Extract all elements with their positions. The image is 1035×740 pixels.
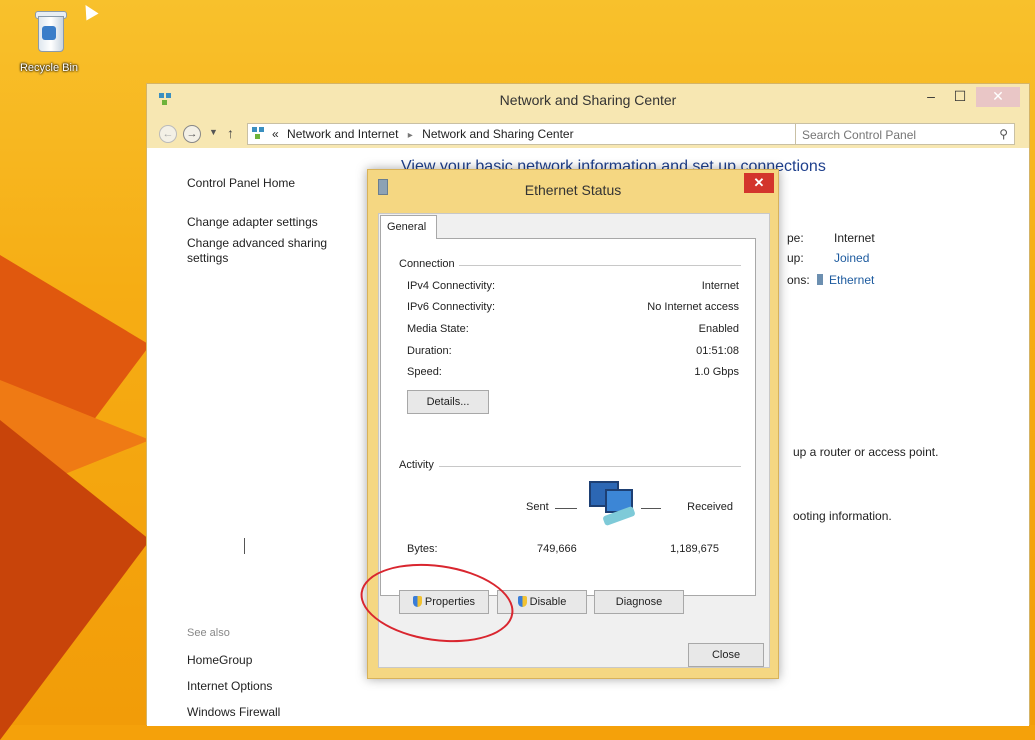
setup-router-text[interactable]: up a router or access point.: [793, 445, 938, 459]
speed-label: Speed:: [407, 366, 442, 378]
windows-firewall-link[interactable]: Windows Firewall: [187, 705, 280, 719]
recycle-bin-label: Recycle Bin: [19, 62, 79, 74]
activity-group-label: Activity: [399, 459, 438, 471]
search-icon[interactable]: ⚲: [999, 127, 1008, 141]
ipv4-label: IPv4 Connectivity:: [407, 280, 496, 292]
duration-value: 01:51:08: [696, 345, 739, 357]
ethernet-icon: [817, 274, 823, 285]
sent-dash: [555, 508, 577, 509]
ipv6-label: IPv6 Connectivity:: [407, 301, 496, 313]
connection-group-divider: [445, 265, 741, 266]
breadcrumb-separator-icon[interactable]: ▸: [408, 130, 413, 141]
received-label: Received: [687, 501, 733, 513]
ethernet-link-label: Ethernet: [829, 273, 875, 287]
speed-value: 1.0 Gbps: [694, 366, 739, 378]
disable-button-label: Disable: [529, 596, 567, 608]
access-type-value: Internet: [834, 231, 875, 245]
dialog-title: Ethernet Status: [524, 182, 622, 198]
recent-locations-dropdown[interactable]: ▼: [209, 127, 218, 137]
breadcrumb: « Network and Internet ▸ Network and Sha…: [272, 127, 574, 141]
general-tab-panel: Connection IPv4 Connectivity: Internet I…: [380, 238, 756, 596]
details-button[interactable]: Details...: [407, 390, 489, 414]
uac-shield-icon: [517, 596, 527, 607]
forward-button[interactable]: →: [183, 125, 201, 143]
search-input[interactable]: [800, 127, 984, 143]
troubleshooting-text[interactable]: ooting information.: [793, 509, 892, 523]
change-advanced-sharing-link[interactable]: Change advanced sharing settings: [187, 236, 352, 266]
bytes-received-value: 1,189,675: [670, 543, 719, 555]
homegroup-joined-link[interactable]: Joined: [834, 251, 869, 265]
dialog-close-button[interactable]: ✕: [744, 173, 774, 193]
received-dash: [641, 508, 661, 509]
ipv6-value: No Internet access: [647, 301, 739, 313]
connection-group-label: Connection: [399, 258, 459, 270]
homegroup-link[interactable]: HomeGroup: [187, 653, 252, 667]
control-panel-home-link[interactable]: Control Panel Home: [187, 176, 295, 190]
breadcrumb-overflow[interactable]: «: [272, 127, 279, 141]
bytes-label: Bytes:: [407, 543, 438, 555]
change-adapter-settings-link[interactable]: Change adapter settings: [187, 215, 318, 229]
network-icon: [252, 127, 266, 141]
breadcrumb-network-sharing-center[interactable]: Network and Sharing Center: [422, 127, 573, 141]
search-box[interactable]: ⚲: [795, 123, 1015, 145]
address-field[interactable]: « Network and Internet ▸ Network and Sha…: [247, 123, 876, 145]
tab-general[interactable]: General: [380, 215, 437, 239]
maximize-button[interactable]: ☐: [947, 87, 973, 107]
diagnose-button[interactable]: Diagnose: [594, 590, 684, 614]
see-also-heading: See also: [187, 627, 230, 639]
connections-label: ons:: [787, 273, 810, 287]
duration-label: Duration:: [407, 345, 452, 357]
media-state-label: Media State:: [407, 323, 469, 335]
breadcrumb-network-and-internet[interactable]: Network and Internet: [287, 127, 398, 141]
ethernet-connection-link[interactable]: Ethernet: [817, 273, 874, 287]
bytes-divider: [244, 538, 245, 554]
access-type-label: pe:: [787, 231, 804, 245]
address-bar: ← → ▼ ↑ « Network and Internet ▸ Network…: [155, 122, 1023, 148]
media-state-value: Enabled: [698, 323, 739, 335]
close-window-button[interactable]: ✕: [976, 87, 1020, 107]
up-button[interactable]: ↑: [227, 125, 234, 141]
minimize-button[interactable]: –: [918, 87, 944, 107]
sent-label: Sent: [526, 501, 549, 513]
network-activity-icon: [587, 479, 643, 529]
close-button[interactable]: Close: [688, 643, 764, 667]
recycle-bin-shortcut[interactable]: Recycle Bin: [12, 6, 86, 74]
window-title: Network and Sharing Center: [499, 92, 677, 108]
title-bar[interactable]: Network and Sharing Center – ☐ ✕: [147, 84, 1029, 118]
wallpaper-shape: [0, 420, 150, 740]
back-button[interactable]: ←: [159, 125, 177, 143]
left-navigation-pane: Control Panel Home Change adapter settin…: [147, 148, 357, 726]
internet-options-link[interactable]: Internet Options: [187, 679, 272, 693]
activity-group-divider: [439, 466, 741, 467]
ipv4-value: Internet: [701, 280, 739, 292]
recycle-bin-icon: [28, 6, 70, 56]
bytes-sent-value: 749,666: [537, 543, 577, 555]
homegroup-label: up:: [787, 251, 804, 265]
